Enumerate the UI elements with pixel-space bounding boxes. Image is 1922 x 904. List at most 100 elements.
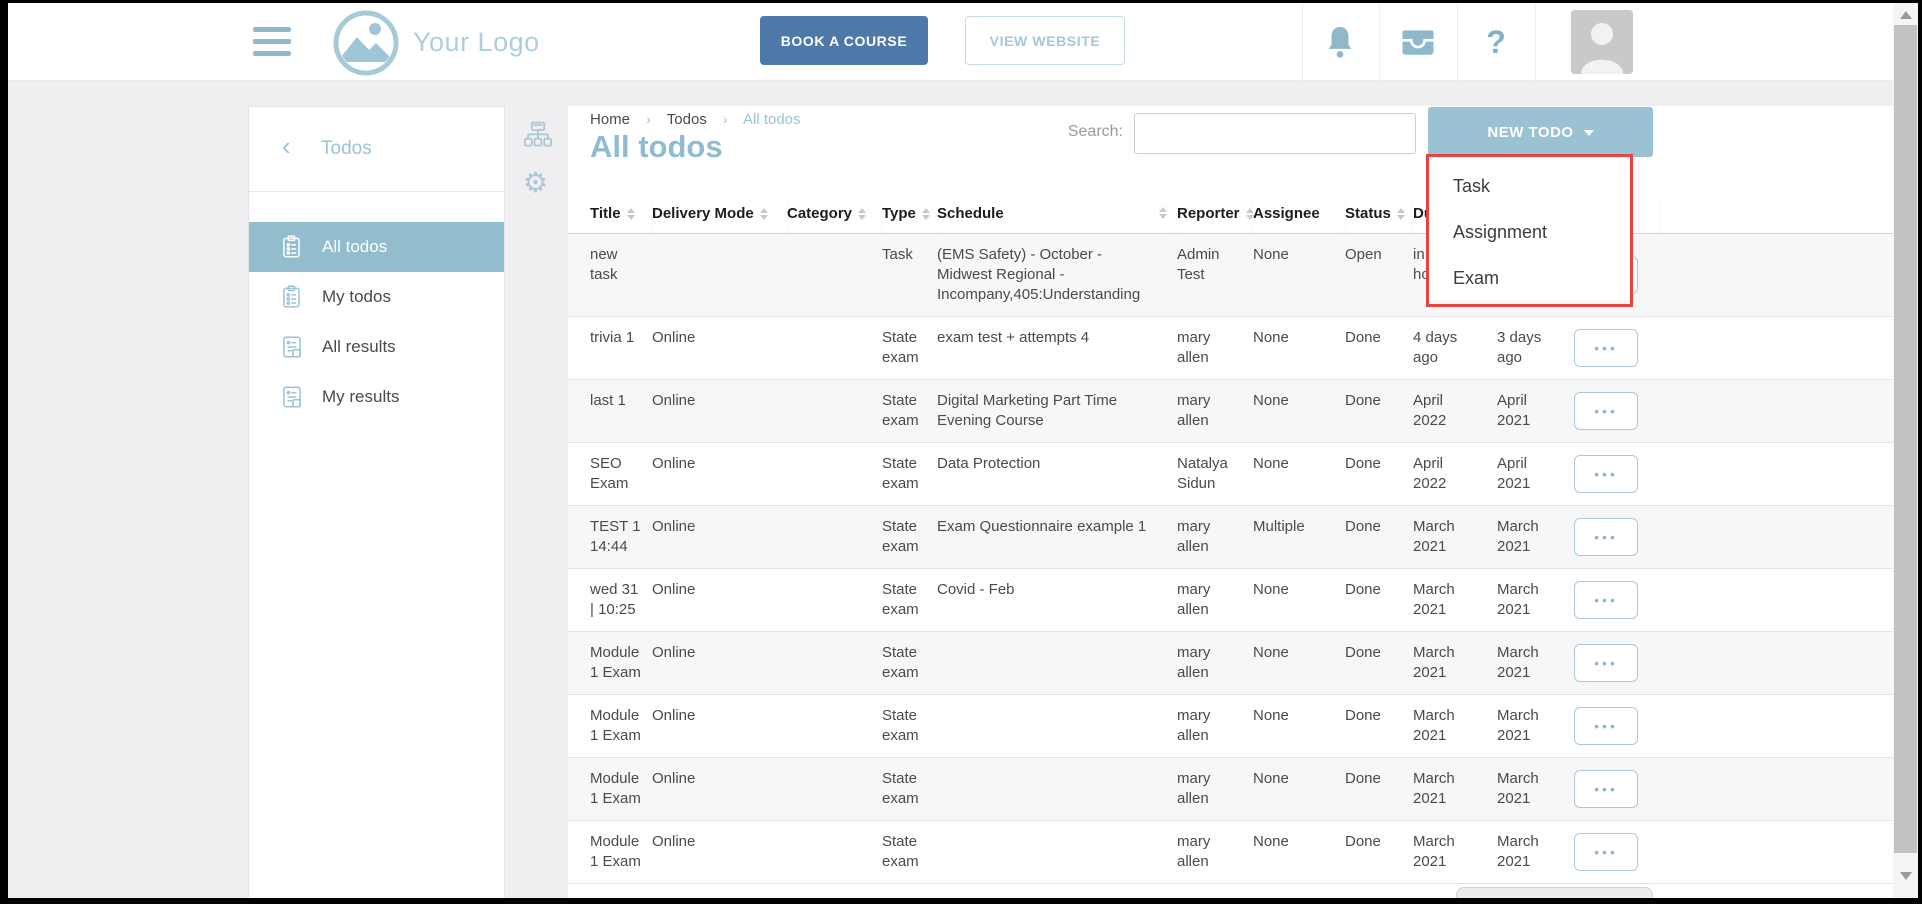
row-actions-button[interactable]: ••• <box>1574 392 1638 430</box>
inbox-icon[interactable] <box>1388 3 1448 81</box>
cell-title: Module 1 Exam <box>568 758 652 821</box>
cell-assignee: None <box>1253 758 1345 821</box>
new-todo-button[interactable]: NEW TODO <box>1428 107 1653 157</box>
avatar[interactable] <box>1571 10 1633 74</box>
sidebar-title: Todos <box>321 138 372 160</box>
cell-category <box>787 317 882 380</box>
cell-category <box>787 695 882 758</box>
cell-title: Module 1 Exam <box>568 695 652 758</box>
sort-icon[interactable] <box>760 208 768 220</box>
dropdown-item-task[interactable]: Task <box>1429 163 1630 209</box>
cell-date2: April 2021 <box>1497 380 1560 443</box>
row-actions-button[interactable]: ••• <box>1574 518 1638 556</box>
sidebar-item-label: All results <box>322 337 396 357</box>
cell-date2: 3 days ago <box>1497 317 1560 380</box>
cell-assignee: None <box>1253 443 1345 506</box>
cell-due: March 2021 <box>1413 569 1497 632</box>
cell-due: April 2022 <box>1413 443 1497 506</box>
sidebar-item-label: All todos <box>322 237 387 257</box>
new-todo-dropdown: Task Assignment Exam <box>1429 157 1630 300</box>
scrollbar-thumb[interactable] <box>1894 25 1917 853</box>
sidebar-item-all-results[interactable]: All results <box>249 322 504 372</box>
sort-icon[interactable] <box>1397 208 1405 220</box>
breadcrumb-todos[interactable]: Todos <box>667 111 707 128</box>
col-title[interactable]: Title <box>568 195 652 234</box>
sort-icon[interactable] <box>922 208 930 220</box>
cell-date2: April 2021 <box>1497 443 1560 506</box>
table-row: trivia 1 Online State exam exam test + a… <box>568 317 1893 380</box>
sitemap-icon[interactable] <box>523 120 553 155</box>
scroll-up-arrow-icon[interactable] <box>1900 11 1912 19</box>
cell-category <box>787 506 882 569</box>
row-actions-button[interactable]: ••• <box>1574 329 1638 367</box>
cell-assignee: None <box>1253 695 1345 758</box>
cell-delivery: Online <box>652 506 787 569</box>
book-a-course-button[interactable]: BOOK A COURSE <box>760 16 928 65</box>
search-label: Search: <box>1038 123 1123 141</box>
col-type[interactable]: Type <box>882 195 937 234</box>
gear-icon[interactable]: ⚙ <box>523 166 548 199</box>
search-input[interactable] <box>1134 113 1416 154</box>
sort-icon[interactable] <box>1159 207 1167 219</box>
header-divider <box>1535 3 1536 81</box>
todos-table-wrap: Title Delivery Mode Category Type Schedu… <box>568 195 1893 884</box>
row-actions-button[interactable]: ••• <box>1574 770 1638 808</box>
table-header-row: Title Delivery Mode Category Type Schedu… <box>568 195 1893 234</box>
cell-status: Done <box>1345 695 1413 758</box>
row-actions-button[interactable]: ••• <box>1574 455 1638 493</box>
sidebar-item-label: My todos <box>322 287 391 307</box>
cell-type: State exam <box>882 569 937 632</box>
cell-delivery: Online <box>652 758 787 821</box>
hamburger-menu-icon[interactable] <box>253 27 291 63</box>
cell-type: State exam <box>882 317 937 380</box>
cell-type: State exam <box>882 758 937 821</box>
cell-delivery: Online <box>652 317 787 380</box>
col-schedule[interactable]: Schedule <box>937 195 1177 234</box>
cell-assignee: None <box>1253 569 1345 632</box>
cell-title: SEO Exam <box>568 443 652 506</box>
row-actions-button[interactable]: ••• <box>1574 707 1638 745</box>
cell-schedule <box>937 632 1177 695</box>
sort-icon[interactable] <box>627 208 635 220</box>
cell-title: Module 1 Exam <box>568 632 652 695</box>
view-website-button[interactable]: VIEW WEBSITE <box>965 16 1125 65</box>
cell-type: State exam <box>882 443 937 506</box>
sort-icon[interactable] <box>858 208 866 220</box>
cell-schedule <box>937 695 1177 758</box>
help-icon[interactable]: ? <box>1466 3 1526 81</box>
dropdown-item-exam[interactable]: Exam <box>1429 255 1630 301</box>
row-actions-button[interactable]: ••• <box>1574 581 1638 619</box>
col-delivery-mode[interactable]: Delivery Mode <box>652 195 787 234</box>
col-assignee[interactable]: Assignee <box>1253 195 1345 234</box>
cell-status: Done <box>1345 569 1413 632</box>
cell-status: Done <box>1345 506 1413 569</box>
cell-due: March 2021 <box>1413 632 1497 695</box>
sidebar-item-all-todos[interactable]: All todos <box>249 222 504 272</box>
app-window: Your Logo BOOK A COURSE VIEW WEBSITE ? <box>8 3 1918 898</box>
col-status[interactable]: Status <box>1345 195 1413 234</box>
cell-reporter: mary allen <box>1177 758 1253 821</box>
cell-schedule: Covid - Feb <box>937 569 1177 632</box>
horizontal-scrollbar-partial[interactable] <box>1456 887 1653 898</box>
dropdown-item-assignment[interactable]: Assignment <box>1429 209 1630 255</box>
sidebar-item-my-todos[interactable]: My todos <box>249 272 504 322</box>
breadcrumb-home[interactable]: Home <box>590 111 630 128</box>
vertical-scrollbar[interactable] <box>1893 3 1918 898</box>
cell-delivery: Online <box>652 632 787 695</box>
cell-status: Open <box>1345 234 1413 317</box>
logo-badge-icon[interactable] <box>333 10 399 81</box>
scroll-down-arrow-icon[interactable] <box>1900 872 1912 880</box>
sidebar-back-header[interactable]: ‹ Todos <box>249 107 504 192</box>
col-reporter[interactable]: Reporter <box>1177 195 1253 234</box>
cell-date2: March 2021 <box>1497 695 1560 758</box>
top-header: Your Logo BOOK A COURSE VIEW WEBSITE ? <box>8 3 1918 81</box>
row-actions-button[interactable]: ••• <box>1574 644 1638 682</box>
cell-schedule <box>937 758 1177 821</box>
row-actions-button[interactable]: ••• <box>1574 833 1638 871</box>
cell-reporter: Admin Test <box>1177 234 1253 317</box>
todos-table: Title Delivery Mode Category Type Schedu… <box>568 195 1893 884</box>
col-category[interactable]: Category <box>787 195 882 234</box>
cell-schedule: exam test + attempts 4 <box>937 317 1177 380</box>
sidebar-item-my-results[interactable]: My results <box>249 372 504 422</box>
bell-icon[interactable] <box>1310 3 1370 81</box>
